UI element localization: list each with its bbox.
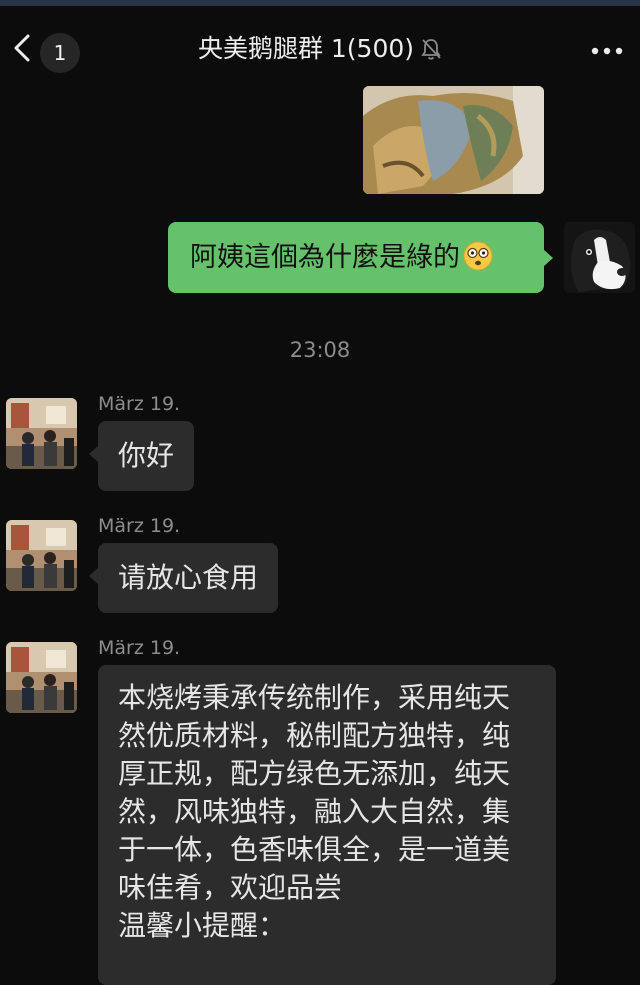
incoming-message-bubble[interactable]: 请放心食用 bbox=[89, 543, 279, 613]
sender-name: März 19. bbox=[98, 515, 181, 537]
chat-header: 1 央美鹅腿群 1(500) bbox=[0, 6, 640, 86]
chat-title: 央美鹅腿群 1(500) bbox=[197, 34, 415, 63]
roast-goose-photo bbox=[363, 86, 544, 194]
more-icon bbox=[591, 47, 623, 55]
bubble-tail bbox=[89, 445, 99, 463]
message-line: 然优质材料，秘制配方独特，纯 bbox=[118, 719, 511, 752]
incoming-message-bubble[interactable]: 你好 bbox=[89, 421, 195, 491]
sender-avatar[interactable] bbox=[6, 642, 77, 713]
incoming-message-bubble[interactable]: 本烧烤秉承传统制作，采用纯天 然优质材料，秘制配方独特，纯 厚正规，配方绿色无添… bbox=[98, 665, 556, 985]
more-button[interactable] bbox=[586, 36, 630, 66]
my-avatar[interactable] bbox=[564, 222, 635, 293]
dog-avatar-image bbox=[564, 222, 635, 293]
bubble-tail bbox=[89, 567, 99, 585]
message-line: 厚正规，配方绿色无添加，纯天 bbox=[118, 757, 511, 790]
time-divider: 23:08 bbox=[289, 338, 351, 362]
message-line: 味佳肴，欢迎品尝 bbox=[118, 871, 343, 904]
incoming-message-text: 你好 bbox=[118, 439, 175, 472]
sender-avatar-image bbox=[6, 642, 77, 713]
incoming-message-text: 请放心食用 bbox=[118, 561, 259, 594]
sender-avatar-image bbox=[6, 520, 77, 591]
sender-avatar[interactable] bbox=[6, 398, 77, 469]
message-line: 于一体，色香味俱全，是一道美 bbox=[118, 833, 511, 866]
bell-muted-icon bbox=[421, 39, 441, 60]
sender-name: März 19. bbox=[98, 637, 181, 659]
bubble-tail bbox=[543, 249, 553, 267]
bubble-tail bbox=[98, 689, 99, 707]
outgoing-message-text: 阿姨這個為什麼是綠的 bbox=[190, 242, 460, 273]
chat-title-row: 央美鹅腿群 1(500) bbox=[0, 32, 640, 66]
message-line: 然，风味独特，融入大自然，集 bbox=[118, 795, 511, 828]
astonished-emoji-icon bbox=[463, 241, 493, 271]
photo-message[interactable] bbox=[363, 86, 544, 194]
message-line: 本烧烤秉承传统制作，采用纯天 bbox=[118, 681, 511, 714]
sender-name: März 19. bbox=[98, 393, 181, 415]
outgoing-message-bubble[interactable]: 阿姨這個為什麼是綠的 bbox=[168, 222, 553, 293]
sender-avatar-image bbox=[6, 398, 77, 469]
sender-avatar[interactable] bbox=[6, 520, 77, 591]
message-line: 温馨小提醒： bbox=[118, 909, 287, 942]
